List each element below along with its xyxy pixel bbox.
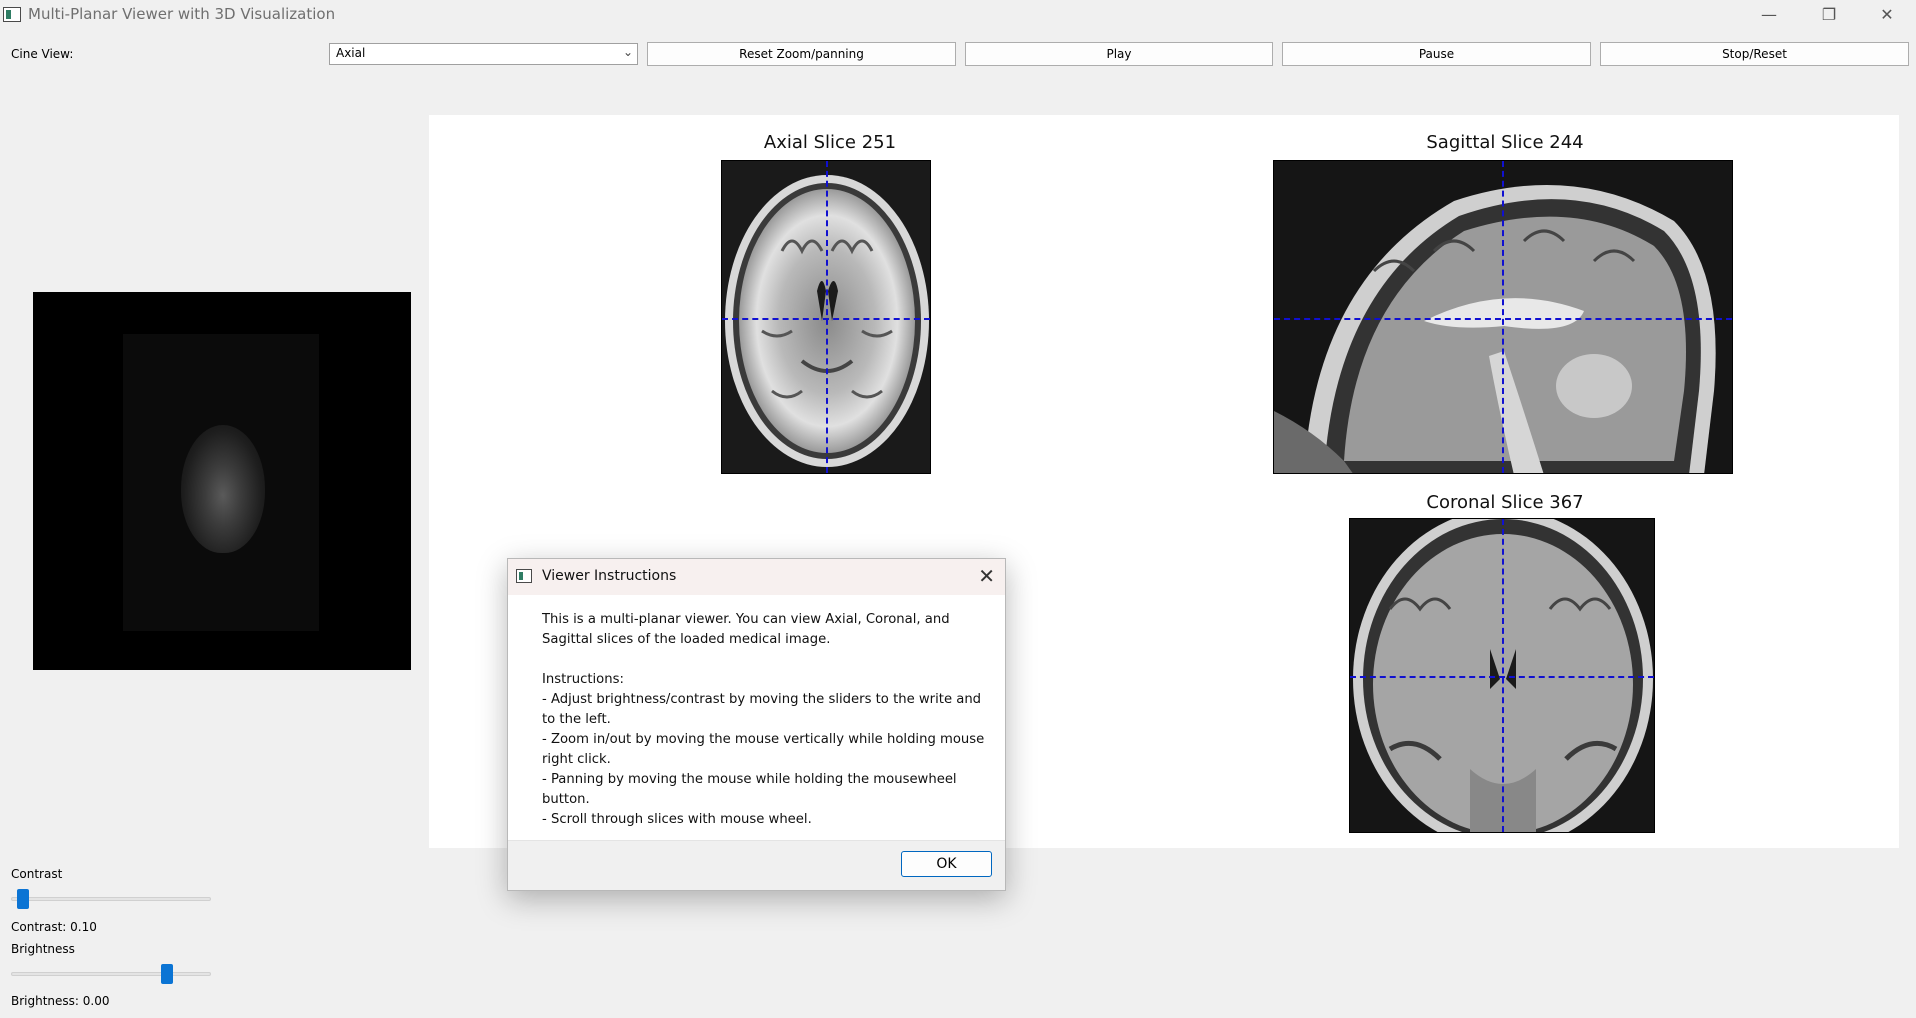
coronal-slice-view[interactable] — [1349, 518, 1655, 833]
app-icon — [3, 7, 21, 22]
brightness-slider-handle[interactable] — [161, 964, 174, 984]
sagittal-slice-view[interactable] — [1273, 160, 1733, 474]
dialog-app-icon — [516, 569, 532, 583]
cine-view-selected: Axial — [336, 46, 366, 60]
title-bar: Multi-Planar Viewer with 3D Visualizatio… — [0, 0, 1916, 29]
axial-crosshair-vertical — [826, 161, 828, 473]
dialog-instruction-item: - Adjust brightness/contrast by moving t… — [542, 692, 982, 727]
brightness-value: Brightness: 0.00 — [11, 994, 110, 1008]
ok-button[interactable]: OK — [901, 851, 992, 877]
coronal-crosshair-horizontal — [1350, 676, 1654, 678]
sagittal-crosshair-horizontal — [1274, 318, 1732, 320]
instructions-dialog: Viewer Instructions ✕ This is a multi-pl… — [507, 558, 1006, 891]
coronal-title: Coronal Slice 367 — [1426, 492, 1584, 513]
reset-zoom-button[interactable]: Reset Zoom/panning — [647, 42, 956, 66]
axial-crosshair-horizontal — [722, 318, 930, 320]
cine-view-dropdown[interactable]: Axial ⌄ — [329, 43, 638, 65]
play-button[interactable]: Play — [965, 42, 1273, 66]
contrast-label: Contrast — [11, 867, 63, 881]
dialog-close-icon[interactable]: ✕ — [978, 564, 995, 588]
dialog-instructions-header: Instructions: — [542, 672, 624, 687]
dialog-title: Viewer Instructions — [542, 568, 677, 584]
axial-slice-view[interactable] — [721, 160, 931, 474]
volume-3d-view[interactable] — [33, 292, 411, 670]
dialog-footer: OK — [508, 840, 1005, 890]
brightness-label: Brightness — [11, 942, 75, 956]
pause-button[interactable]: Pause — [1282, 42, 1591, 66]
restore-icon: ❐ — [1821, 5, 1837, 24]
close-button[interactable]: ✕ — [1858, 0, 1916, 29]
main-window: Multi-Planar Viewer with 3D Visualizatio… — [0, 0, 1916, 1018]
dialog-body: This is a multi-planar viewer. You can v… — [542, 610, 992, 830]
sagittal-title: Sagittal Slice 244 — [1426, 132, 1584, 153]
window-title: Multi-Planar Viewer with 3D Visualizatio… — [28, 5, 336, 23]
close-icon: ✕ — [1880, 5, 1894, 24]
sagittal-crosshair-vertical — [1502, 161, 1504, 473]
chevron-down-icon: ⌄ — [622, 45, 633, 59]
axial-title: Axial Slice 251 — [763, 132, 897, 153]
volume-render — [181, 425, 265, 553]
brightness-slider[interactable] — [11, 972, 211, 976]
cine-view-label: Cine View: — [11, 47, 74, 61]
contrast-value: Contrast: 0.10 — [11, 920, 97, 934]
contrast-slider-handle[interactable] — [16, 889, 29, 909]
dialog-intro: This is a multi-planar viewer. You can v… — [542, 612, 950, 647]
dialog-instruction-item: - Panning by moving the mouse while hold… — [542, 772, 957, 807]
minimize-icon: — — [1761, 5, 1777, 24]
restore-button[interactable]: ❐ — [1800, 0, 1858, 29]
dialog-spacer — [542, 650, 992, 670]
dialog-instruction-item: - Zoom in/out by moving the mouse vertic… — [542, 732, 985, 767]
contrast-slider[interactable] — [11, 897, 211, 901]
dialog-title-bar: Viewer Instructions ✕ — [508, 559, 1005, 595]
stop-reset-button[interactable]: Stop/Reset — [1600, 42, 1909, 66]
minimize-button[interactable]: — — [1740, 0, 1798, 29]
dialog-instruction-item: - Scroll through slices with mouse wheel… — [542, 812, 812, 827]
